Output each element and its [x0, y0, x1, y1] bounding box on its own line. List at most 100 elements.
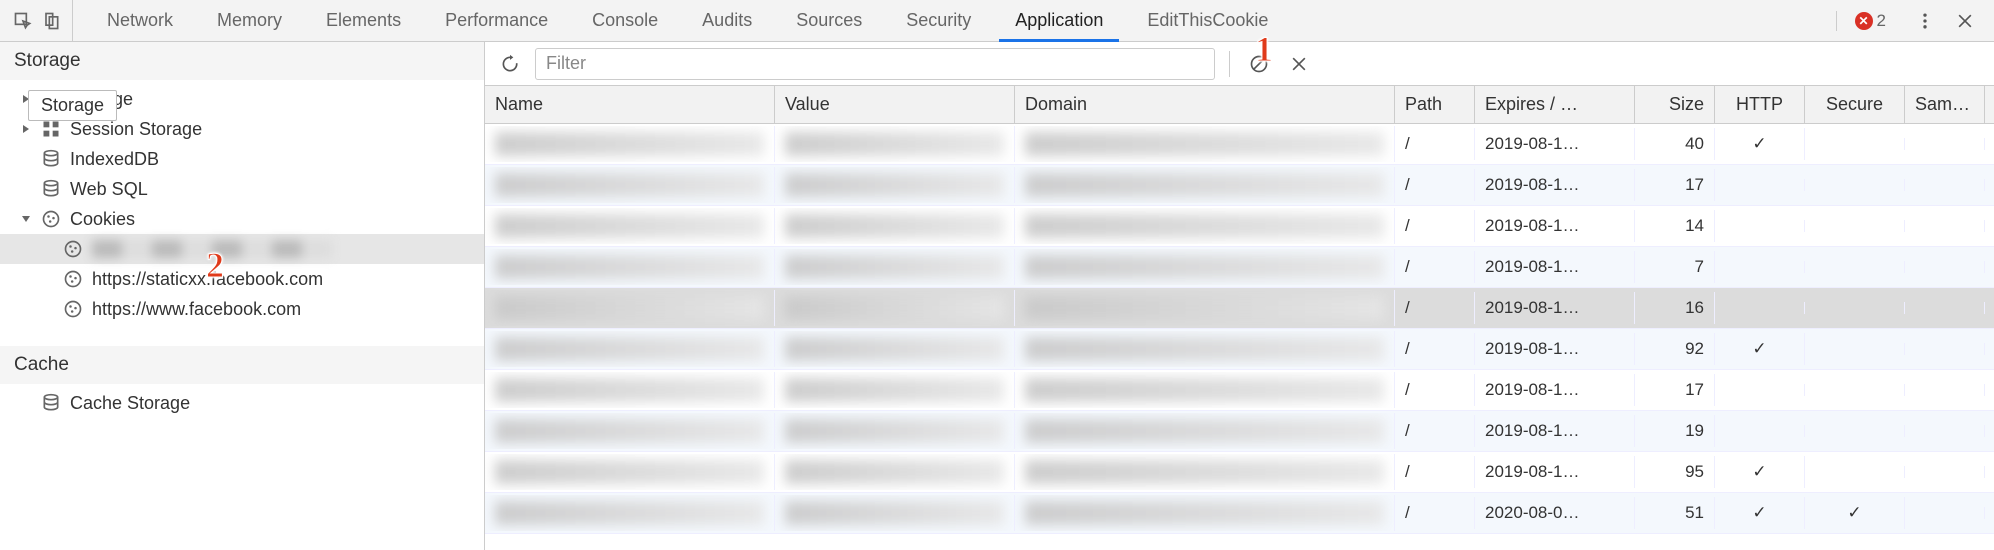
- td-size: 17: [1635, 374, 1715, 406]
- td-path: /: [1395, 456, 1475, 488]
- cookie-origin-1[interactable]: https://staticxx.facebook.com: [0, 264, 484, 294]
- table-row[interactable]: /2019-08-1…40✓: [485, 124, 1994, 165]
- sidebar-section-storage: Storage: [0, 42, 484, 80]
- td-expires: 2019-08-1…: [1475, 456, 1635, 488]
- refresh-icon[interactable]: [495, 49, 525, 79]
- td-path: /: [1395, 497, 1475, 529]
- separator: [1229, 51, 1230, 77]
- cookie-origin-0[interactable]: [0, 234, 484, 264]
- td-size: 40: [1635, 128, 1715, 160]
- td-value: [775, 372, 1015, 408]
- tab-audits[interactable]: Audits: [680, 0, 774, 41]
- table-row[interactable]: /2019-08-1…14: [485, 206, 1994, 247]
- th-expires[interactable]: Expires / …: [1475, 86, 1635, 123]
- td-domain: [1015, 167, 1395, 203]
- tree-item-label: Cookies: [70, 209, 135, 230]
- tab-memory[interactable]: Memory: [195, 0, 304, 41]
- tab-console[interactable]: Console: [570, 0, 680, 41]
- th-same[interactable]: Sam…: [1905, 86, 1985, 123]
- td-http: ✓: [1715, 333, 1805, 365]
- th-http[interactable]: HTTP: [1715, 86, 1805, 123]
- td-secure: [1805, 343, 1905, 355]
- td-same: [1905, 425, 1985, 437]
- cookie-icon: [40, 208, 62, 230]
- tab-application[interactable]: Application: [993, 0, 1125, 41]
- td-size: 16: [1635, 292, 1715, 324]
- td-expires: 2019-08-1…: [1475, 374, 1635, 406]
- td-domain: [1015, 454, 1395, 490]
- td-path: /: [1395, 210, 1475, 242]
- td-domain: [1015, 126, 1395, 162]
- filter-input[interactable]: [535, 48, 1215, 80]
- tree-websql[interactable]: Web SQL: [0, 174, 484, 204]
- td-secure: ✓: [1805, 497, 1905, 529]
- td-size: 95: [1635, 456, 1715, 488]
- cookie-icon: [62, 298, 84, 320]
- td-size: 17: [1635, 169, 1715, 201]
- td-expires: 2019-08-1…: [1475, 292, 1635, 324]
- td-domain: [1015, 290, 1395, 326]
- td-value: [775, 495, 1015, 531]
- error-count: 2: [1877, 11, 1886, 31]
- tab-performance[interactable]: Performance: [423, 0, 570, 41]
- td-same: [1905, 261, 1985, 273]
- th-path[interactable]: Path: [1395, 86, 1475, 123]
- chevron-down-icon: [20, 213, 32, 225]
- error-badge[interactable]: ✕ 2: [1836, 11, 1900, 31]
- th-secure[interactable]: Secure: [1805, 86, 1905, 123]
- cookie-origin-2[interactable]: https://www.facebook.com: [0, 294, 484, 324]
- td-http: [1715, 220, 1805, 232]
- table-row[interactable]: /2019-08-1…17: [485, 370, 1994, 411]
- td-domain: [1015, 249, 1395, 285]
- tab-elements[interactable]: Elements: [304, 0, 423, 41]
- main: Storage Storage Session Storage IndexedD…: [0, 42, 1994, 550]
- table-row[interactable]: /2019-08-1…16: [485, 288, 1994, 329]
- th-value[interactable]: Value: [775, 86, 1015, 123]
- td-same: [1905, 507, 1985, 519]
- table-row[interactable]: /2019-08-1…95✓: [485, 452, 1994, 493]
- td-size: 51: [1635, 497, 1715, 529]
- tree-item-label: IndexedDB: [70, 149, 159, 170]
- td-same: [1905, 343, 1985, 355]
- table-row[interactable]: /2020-08-0…51✓✓: [485, 493, 1994, 534]
- table-row[interactable]: /2019-08-1…19: [485, 411, 1994, 452]
- tree-cookies[interactable]: Cookies: [0, 204, 484, 234]
- cookies-table: Name Value Domain Path Expires / … Size …: [485, 86, 1994, 550]
- td-same: [1905, 220, 1985, 232]
- td-value: [775, 331, 1015, 367]
- td-value: [775, 126, 1015, 162]
- table-row[interactable]: /2019-08-1…92✓: [485, 329, 1994, 370]
- table-header: Name Value Domain Path Expires / … Size …: [485, 86, 1994, 124]
- close-devtools-icon[interactable]: [1950, 6, 1980, 36]
- td-value: [775, 413, 1015, 449]
- database-icon: [40, 148, 62, 170]
- table-row[interactable]: /2019-08-1…17: [485, 165, 1994, 206]
- table-row[interactable]: /2019-08-1…7: [485, 247, 1994, 288]
- tab-network[interactable]: Network: [85, 0, 195, 41]
- td-value: [775, 290, 1015, 326]
- tree-indexeddb[interactable]: IndexedDB: [0, 144, 484, 174]
- td-name: [485, 249, 775, 285]
- td-path: /: [1395, 292, 1475, 324]
- more-menu-icon[interactable]: [1910, 6, 1940, 36]
- th-domain[interactable]: Domain: [1015, 86, 1395, 123]
- device-toolbar-icon[interactable]: [40, 10, 62, 32]
- td-name: [485, 331, 775, 367]
- td-value: [775, 454, 1015, 490]
- td-domain: [1015, 208, 1395, 244]
- td-value: [775, 167, 1015, 203]
- tab-security[interactable]: Security: [884, 0, 993, 41]
- th-size[interactable]: Size: [1635, 86, 1715, 123]
- td-name: [485, 372, 775, 408]
- devtools-tabbar: NetworkMemoryElementsPerformanceConsoleA…: [0, 0, 1994, 42]
- database-icon: [40, 392, 62, 414]
- annotation-1: 1: [1255, 28, 1273, 70]
- td-http: [1715, 425, 1805, 437]
- td-path: /: [1395, 169, 1475, 201]
- td-expires: 2019-08-1…: [1475, 210, 1635, 242]
- tree-cache-storage[interactable]: Cache Storage: [0, 388, 484, 418]
- tab-sources[interactable]: Sources: [774, 0, 884, 41]
- clear-icon[interactable]: [1284, 49, 1314, 79]
- th-name[interactable]: Name: [485, 86, 775, 123]
- inspect-element-icon[interactable]: [12, 10, 34, 32]
